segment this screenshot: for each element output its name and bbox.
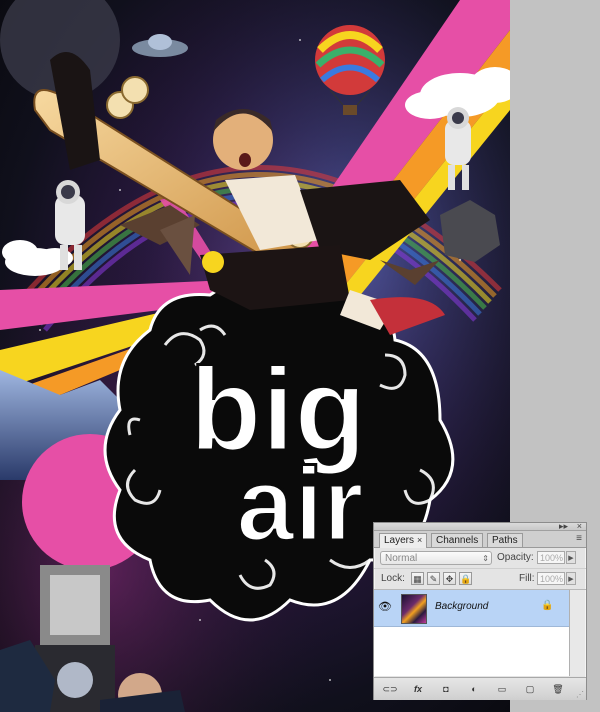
lock-label: Lock:	[381, 573, 405, 584]
lock-transparent-icon[interactable]: ▦	[411, 572, 424, 585]
panel-menu-icon[interactable]: ≡	[576, 533, 582, 544]
layer-list-scrollbar[interactable]	[570, 590, 585, 676]
fill-slider-button[interactable]: ▶	[566, 572, 576, 585]
opacity-field[interactable]: 100%	[537, 551, 565, 564]
fill-field[interactable]: 100%	[537, 572, 565, 585]
adjustment-layer-icon[interactable]: ◐	[464, 682, 484, 696]
collapse-icon[interactable]: ▸▸	[559, 521, 568, 531]
panel-titlebar[interactable]: ▸▸ ×	[374, 521, 586, 531]
trash-icon[interactable]: 🗑	[548, 682, 568, 696]
lock-all-icon[interactable]: 🔒	[459, 572, 472, 585]
yellow-dot	[202, 251, 224, 273]
tab-layers-label: Layers	[384, 535, 415, 546]
panel-tabs: Layers × Channels Paths ≡	[374, 531, 586, 548]
blend-mode-value: Normal	[385, 553, 418, 564]
blend-mode-select[interactable]: Normal ⇕	[380, 551, 492, 565]
fx-icon[interactable]: fx	[408, 682, 428, 696]
tab-layers[interactable]: Layers ×	[379, 533, 428, 548]
tab-paths-label: Paths	[492, 535, 518, 546]
tab-channels-label: Channels	[436, 535, 479, 546]
opacity-slider-button[interactable]: ▶	[566, 551, 576, 564]
artwork-title-line2: air	[236, 447, 363, 563]
panel-close-icon[interactable]: ×	[577, 521, 582, 531]
lock-image-icon[interactable]: ✎	[427, 572, 440, 585]
tab-paths[interactable]: Paths	[487, 533, 523, 547]
layer-lock-icon: 🔒	[541, 600, 554, 611]
link-layers-icon[interactable]: ⊂⊃	[380, 682, 400, 696]
panel-footer: ⊂⊃ fx ◘ ◐ ▭ ▢ 🗑 ⋰	[374, 677, 586, 700]
resize-grip-icon[interactable]: ⋰	[576, 690, 584, 699]
fill-label: Fill:	[519, 573, 535, 584]
layer-name: Background	[435, 601, 489, 612]
mask-icon[interactable]: ◘	[436, 682, 456, 696]
layer-thumbnail	[401, 594, 427, 624]
updown-arrows-icon: ⇕	[482, 554, 489, 563]
layer-list: 👁 Background 🔒	[374, 590, 570, 676]
tab-close-icon[interactable]: ×	[417, 535, 422, 545]
lock-position-icon[interactable]: ✥	[443, 572, 456, 585]
lock-row: Lock: ▦ ✎ ✥ 🔒 Fill: 100% ▶	[374, 569, 586, 590]
tab-channels[interactable]: Channels	[431, 533, 484, 547]
blend-row: Normal ⇕ Opacity: 100% ▶	[374, 548, 586, 569]
visibility-eye-icon[interactable]: 👁	[378, 601, 392, 613]
layer-row-background[interactable]: 👁 Background 🔒	[374, 590, 569, 627]
opacity-label: Opacity:	[497, 552, 534, 563]
new-group-icon[interactable]: ▭	[492, 682, 512, 696]
layers-panel: ▸▸ × Layers × Channels Paths ≡ Normal ⇕ O…	[373, 521, 587, 700]
new-layer-icon[interactable]: ▢	[520, 682, 540, 696]
